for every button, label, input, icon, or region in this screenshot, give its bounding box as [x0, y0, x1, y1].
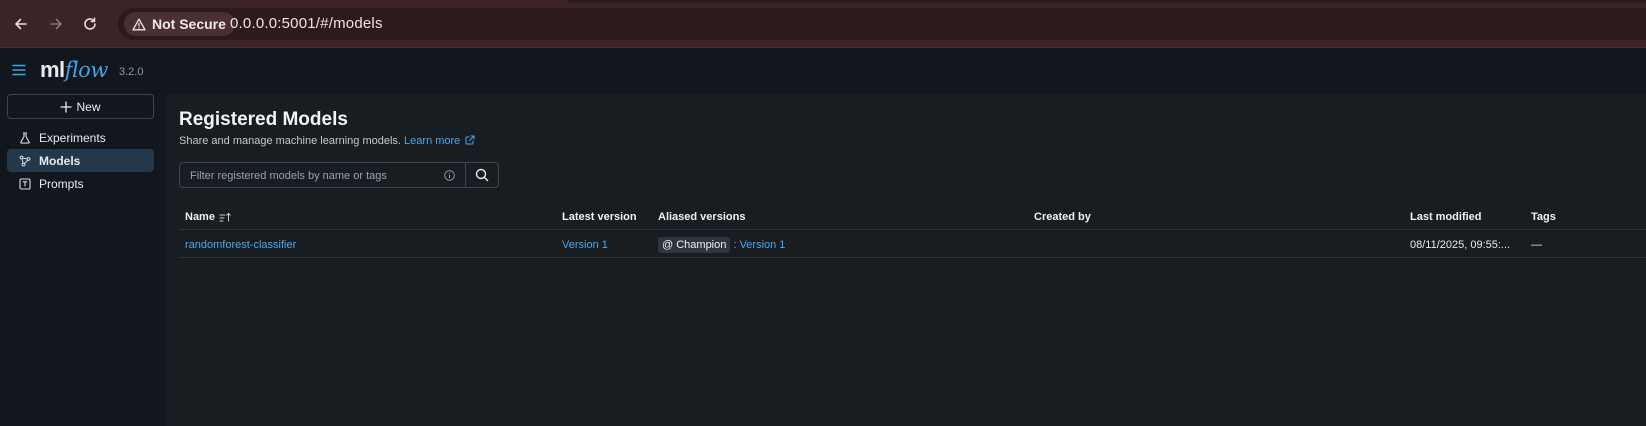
column-header-last-modified: Last modified: [1410, 211, 1482, 223]
column-header-name[interactable]: Name: [185, 211, 231, 223]
back-button[interactable]: [10, 12, 32, 36]
app-version: 3.2.0: [119, 66, 144, 78]
tab-strip: [568, 0, 1646, 3]
forward-button[interactable]: [45, 12, 67, 36]
column-header-created-by: Created by: [1034, 211, 1091, 223]
sidebar-item-prompts[interactable]: Prompts: [7, 172, 154, 195]
latest-version-link[interactable]: Version 1: [562, 239, 608, 251]
sidebar-item-models[interactable]: Models: [7, 149, 154, 172]
prompt-icon: [19, 177, 31, 190]
model-filter-field[interactable]: [179, 162, 466, 188]
models-icon: [19, 155, 31, 166]
new-button[interactable]: New: [7, 94, 154, 119]
arrow-right-icon: [50, 18, 62, 30]
model-filter-input[interactable]: [190, 168, 440, 183]
beaker-icon: [20, 131, 30, 144]
page-title: Registered Models: [179, 109, 348, 130]
column-header-label: Name: [185, 211, 215, 223]
arrow-left-icon: [15, 18, 27, 30]
new-button-label: New: [76, 99, 101, 114]
reload-button[interactable]: [79, 12, 101, 36]
logo-flow: flow: [64, 58, 109, 82]
table-header-divider: [179, 229, 1646, 230]
info-icon[interactable]: [444, 170, 455, 181]
sidebar-item-label: Prompts: [39, 176, 84, 191]
model-name-link[interactable]: randomforest-classifier: [185, 239, 296, 251]
mlflow-logo[interactable]: mlflow: [40, 57, 108, 83]
alias-separator: :: [733, 239, 737, 251]
sidebar-item-label: Experiments: [39, 130, 106, 145]
column-header-latest-version: Latest version: [562, 211, 637, 223]
aliased-versions-cell: @ Champion : Version 1: [658, 237, 785, 253]
sidebar-item-label: Models: [39, 153, 81, 168]
security-indicator[interactable]: Not Secure: [124, 12, 235, 36]
alias-tag[interactable]: @ Champion: [658, 237, 731, 253]
sort-ascending-icon[interactable]: [219, 212, 231, 223]
app-header: [0, 48, 1646, 94]
tags-cell: —: [1531, 239, 1542, 251]
warning-icon: [132, 18, 146, 30]
column-header-aliased-versions: Aliased versions: [658, 211, 746, 223]
alias-version-link[interactable]: Version 1: [740, 239, 786, 251]
column-header-tags: Tags: [1531, 211, 1556, 223]
learn-more-label: Learn more: [404, 135, 461, 147]
plus-icon: [60, 100, 73, 113]
hamburger-menu-icon[interactable]: [12, 64, 26, 76]
logo-ml: ml: [40, 57, 65, 82]
table-row-divider: [179, 257, 1646, 258]
last-modified-cell: 08/11/2025, 09:55:...: [1410, 239, 1511, 251]
reload-icon: [84, 17, 96, 30]
subtitle-text: Share and manage machine learning models…: [179, 135, 401, 147]
learn-more-link[interactable]: Learn more: [404, 135, 475, 147]
url-text[interactable]: 0.0.0.0:5001/#/models: [230, 15, 383, 32]
page-subtitle: Share and manage machine learning models…: [179, 135, 475, 147]
external-link-icon: [465, 135, 475, 145]
sidebar-item-experiments[interactable]: Experiments: [7, 126, 154, 149]
search-button[interactable]: [465, 162, 499, 188]
security-label: Not Secure: [152, 16, 226, 32]
search-icon: [475, 168, 489, 182]
